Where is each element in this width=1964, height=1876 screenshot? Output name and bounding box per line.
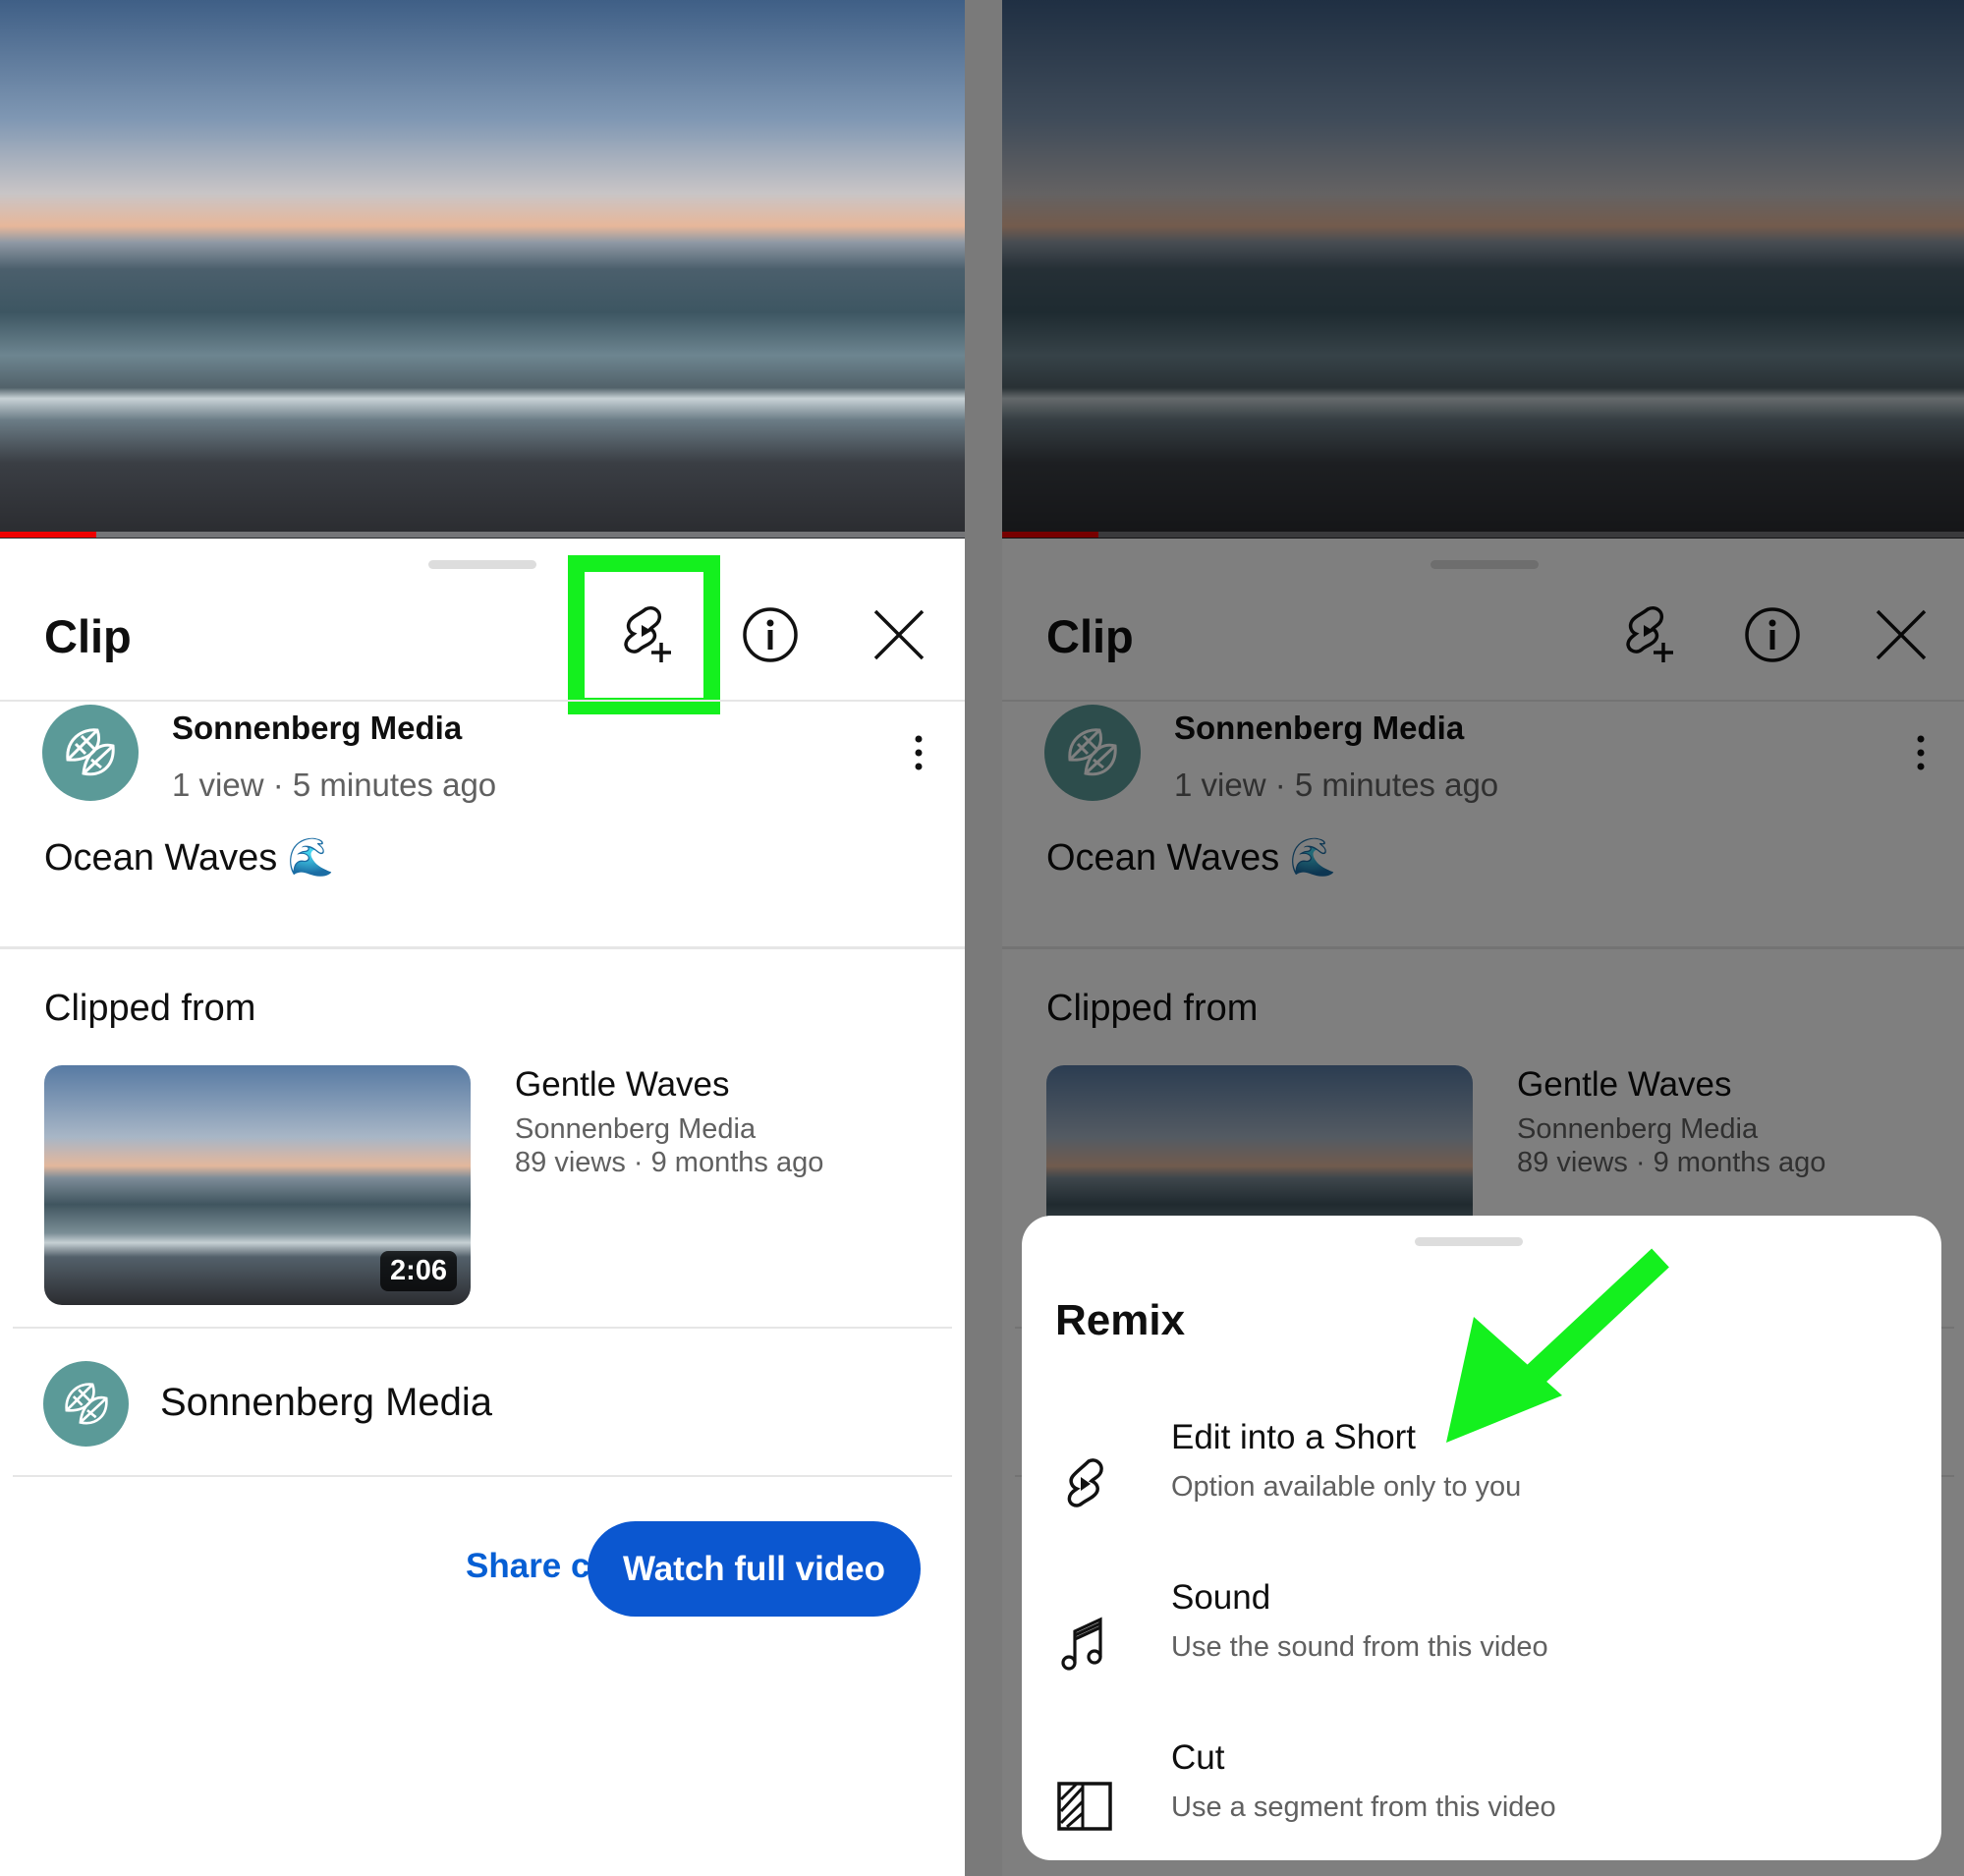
drag-handle[interactable] [428, 560, 536, 569]
clip-title: Ocean Waves 🌊 [44, 837, 335, 879]
clip-panel: Clip Sonnenberg Media 1 view · 5 minutes… [0, 0, 965, 1876]
source-video-channel: Sonnenberg Media [515, 1113, 757, 1145]
source-video-title[interactable]: Gentle Waves [515, 1065, 730, 1105]
channel-avatar-small[interactable] [43, 1361, 129, 1447]
divider [0, 700, 965, 702]
divider [13, 1327, 952, 1329]
clip-meta: 1 view · 5 minutes ago [172, 767, 497, 803]
more-options-button[interactable] [884, 718, 953, 787]
leaf-logo-icon [64, 1382, 108, 1424]
channel-row-name[interactable]: Sonnenberg Media [160, 1381, 492, 1425]
divider [0, 946, 965, 949]
more-vert-icon [915, 735, 923, 770]
video-progress-fill [0, 532, 97, 538]
green-arrow-annotation [1446, 1248, 1669, 1443]
highlight-box [568, 555, 720, 714]
info-icon [743, 607, 798, 662]
duration-badge: 2:06 [379, 1251, 457, 1291]
source-video-thumbnail[interactable]: 2:06 [44, 1065, 471, 1305]
info-button[interactable] [736, 600, 805, 669]
source-video-meta: 89 views · 9 months ago [515, 1147, 824, 1178]
video-player[interactable] [0, 0, 965, 539]
channel-name[interactable]: Sonnenberg Media [172, 710, 462, 747]
watch-full-video-button[interactable]: Watch full video [588, 1521, 921, 1617]
close-icon [873, 609, 925, 660]
remix-panel: Clip Sonnenberg Media1 view · 5 minutes … [1002, 0, 1964, 1876]
channel-avatar[interactable] [42, 705, 139, 801]
leaf-logo-icon [66, 728, 115, 776]
video-progress-bar[interactable] [0, 532, 965, 538]
divider [13, 1475, 952, 1477]
clipped-from-label: Clipped from [44, 988, 256, 1029]
sheet-title: Clip [44, 610, 132, 662]
close-button[interactable] [865, 600, 933, 669]
